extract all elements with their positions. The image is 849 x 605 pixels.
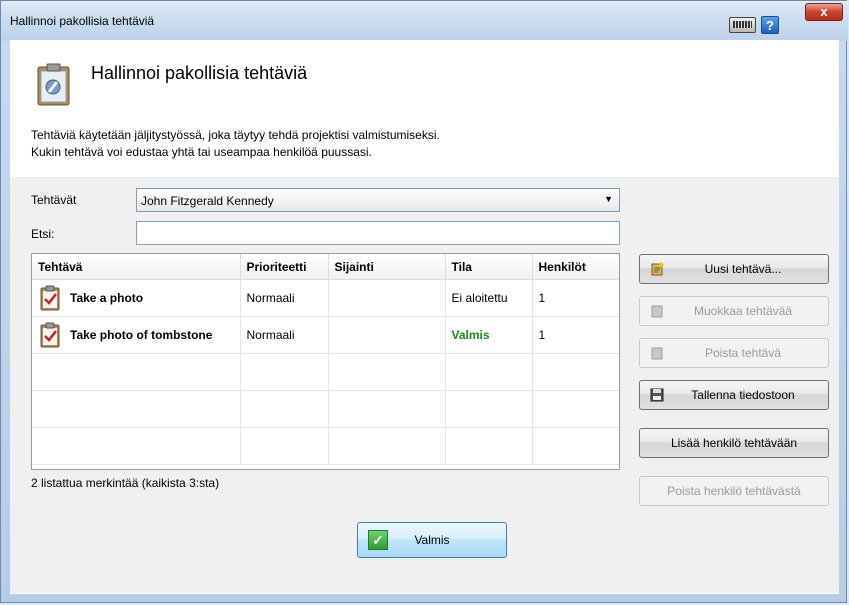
task-status: Valmis: [445, 316, 533, 354]
person-select[interactable]: John Fitzgerald Kennedy ▼: [136, 188, 620, 212]
task-location: [328, 279, 446, 317]
task-checklist-icon: [40, 322, 60, 348]
task-people-count: 1: [532, 316, 619, 354]
task-people-count: 1: [532, 279, 619, 317]
window-title: Hallinnoi pakollisia tehtäviä: [10, 14, 155, 28]
close-button[interactable]: x: [805, 3, 843, 21]
page-title: Hallinnoi pakollisia tehtäviä: [91, 63, 308, 83]
edit-task-button[interactable]: Muokkaa tehtävää: [639, 296, 829, 326]
search-input[interactable]: [136, 221, 620, 245]
checkmark-icon: ✓: [368, 530, 388, 550]
floppy-disk-icon: [650, 388, 664, 402]
delete-task-button[interactable]: Poista tehtävä: [639, 338, 829, 368]
remove-person-from-task-button[interactable]: Poista henkilö tehtävästä: [639, 476, 829, 506]
save-to-file-button[interactable]: Tallenna tiedostoon: [639, 380, 829, 410]
task-name: Take photo of tombstone: [70, 328, 213, 342]
column-header-location[interactable]: Sijainti: [328, 254, 446, 280]
new-task-icon: [651, 262, 664, 276]
table-row-empty: [32, 353, 619, 391]
new-task-button[interactable]: Uusi tehtävä...: [639, 254, 829, 284]
task-status: Ei aloitettu: [445, 279, 533, 317]
description-line-1: Tehtäviä käytetään jäljitystyössä, joka …: [31, 128, 440, 142]
task-location: [328, 316, 446, 354]
column-header-status[interactable]: Tila: [445, 254, 533, 280]
ok-button-label: Valmis: [414, 533, 450, 547]
column-header-task[interactable]: Tehtävä: [32, 254, 241, 280]
keyboard-icon[interactable]: [729, 17, 756, 33]
add-person-to-task-button[interactable]: Lisää henkilö tehtävään: [639, 428, 829, 458]
table-header-row: Tehtävä Prioriteetti Sijainti Tila Henki…: [32, 254, 619, 280]
dropdown-arrow-icon[interactable]: ▼: [604, 194, 613, 204]
task-priority: Normaali: [240, 316, 329, 354]
table-row[interactable]: Take photo of tombstone Normaali Valmis …: [32, 316, 619, 354]
person-select-value: John Fitzgerald Kennedy: [141, 194, 274, 208]
description-line-2: Kukin tehtävä voi edustaa yhtä tai useam…: [31, 145, 372, 159]
table-row-empty: [32, 390, 619, 428]
search-label: Etsi:: [31, 227, 55, 241]
task-checklist-icon: [40, 285, 60, 311]
table-row-empty: [32, 427, 619, 465]
tasks-table: Tehtävä Prioriteetti Sijainti Tila Henki…: [31, 253, 620, 470]
column-header-priority[interactable]: Prioriteetti: [240, 254, 329, 280]
task-priority: Normaali: [240, 279, 329, 317]
help-button[interactable]: ?: [761, 16, 779, 34]
clipboard-wrench-icon: [37, 63, 70, 106]
edit-task-icon: [651, 305, 663, 318]
delete-task-icon: [651, 347, 663, 360]
ok-button[interactable]: ✓ Valmis: [357, 522, 507, 558]
title-bar[interactable]: Hallinnoi pakollisia tehtäviä ? x: [1, 1, 848, 41]
tasks-filter-label: Tehtävät: [31, 193, 77, 207]
column-header-people[interactable]: Henkilöt: [532, 254, 619, 280]
table-row[interactable]: Take a photo Normaali Ei aloitettu 1: [32, 279, 619, 317]
task-name: Take a photo: [70, 291, 144, 305]
list-summary: 2 listattua merkintää (kaikista 3:sta): [31, 476, 220, 490]
